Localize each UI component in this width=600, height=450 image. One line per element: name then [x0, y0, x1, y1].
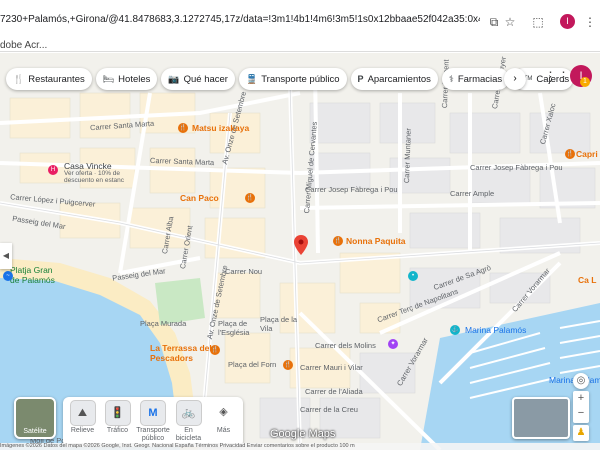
- traffic-icon: 🚦: [104, 400, 131, 426]
- transit-icon: M: [140, 400, 166, 426]
- apps-grid-icon[interactable]: ⋮⋮⋮: [544, 69, 583, 85]
- chip-label: Hoteles: [118, 73, 151, 85]
- pegman-icon[interactable]: ♟: [573, 425, 589, 441]
- chip-parking[interactable]: P Aparcamientos: [350, 68, 438, 90]
- browser-profile-avatar[interactable]: I: [560, 14, 575, 29]
- marina-icon[interactable]: ⚓: [450, 325, 460, 335]
- chip-label: Farmacias: [457, 73, 503, 85]
- street-label: Carrer Nou: [225, 267, 263, 276]
- street-label: Carrer de la Creu: [300, 405, 358, 414]
- layer-traffic[interactable]: 🚦 Tráfico: [102, 400, 133, 444]
- address-bar[interactable]: 7230+Palamós,+Girona/@41.8478683,3.12727…: [0, 14, 480, 25]
- street-label: Carrer dels Molins: [315, 341, 376, 350]
- layer-label: Relieve: [70, 427, 95, 434]
- chip-things-to-do[interactable]: 📷 Qué hacer: [161, 68, 235, 90]
- chip-transit[interactable]: 🚆 Transporte público: [238, 68, 347, 90]
- category-chip-bar: 🍴 Restaurantes 🛏 Hoteles 📷 Qué hacer 🚆 Trans…: [6, 68, 574, 92]
- attribution-bar: Imágenes ©2026 Datos del mapa ©2026 Goog…: [0, 443, 600, 450]
- restaurant-label: Capri: [576, 149, 598, 159]
- browser-toolbar: 7230+Palamós,+Girona/@41.8478683,3.12727…: [0, 0, 600, 52]
- bicycle-icon: 🚲: [175, 400, 202, 426]
- star-icon[interactable]: ☆: [502, 14, 518, 30]
- street-label: Carrer Josep Fàbrega i Pou: [305, 185, 398, 194]
- restaurant-label: Can Paco: [180, 193, 219, 203]
- plaza-label: Plaça Murada: [140, 319, 187, 328]
- layers-panel: ⛰ Relieve 🚦 Tráfico M Transporte público 🚲 E…: [63, 397, 243, 447]
- zoom-out-button[interactable]: −: [573, 406, 589, 421]
- street-label: Carrer Josep Fàbrega i Pou: [470, 163, 563, 172]
- restaurant-label: La Terrassa dels Pescadors: [150, 343, 217, 363]
- restaurant-label: Matsu izakaya: [192, 123, 250, 133]
- chip-restaurants[interactable]: 🍴 Restaurantes: [6, 68, 92, 90]
- layer-terrain[interactable]: ⛰ Relieve: [67, 400, 98, 444]
- satellite-layer-button[interactable]: Satélite: [14, 397, 56, 439]
- location-pin-icon[interactable]: [294, 235, 308, 255]
- restaurant-icon[interactable]: 🍴: [565, 149, 575, 159]
- pharmacy-icon: ⚕: [448, 73, 454, 84]
- landmark-icon[interactable]: ✦: [388, 339, 398, 349]
- chip-label: Qué hacer: [183, 73, 228, 85]
- collapse-panel-button[interactable]: ◀: [0, 243, 12, 269]
- layer-label: En bicicleta: [175, 427, 202, 442]
- beach-label: Platja Gran de Palamós: [10, 265, 55, 285]
- restaurant-icon[interactable]: 🍴: [245, 193, 255, 203]
- open-in-icon[interactable]: ⧉: [486, 14, 502, 30]
- layer-bicycle[interactable]: 🚲 En bicicleta: [173, 400, 204, 444]
- train-icon: 🚆: [245, 73, 258, 84]
- restaurant-icon[interactable]: 🍴: [178, 123, 188, 133]
- marina-label: Marina Palamós: [465, 325, 527, 335]
- street-label: Carrer de l'Aliada: [305, 387, 363, 396]
- chevron-right-icon[interactable]: ›: [504, 68, 526, 90]
- map-canvas[interactable]: Carrer Santa Marta Carrer Santa Marta Ca…: [0, 53, 600, 450]
- layers-icon: ◈: [210, 400, 237, 426]
- layer-more[interactable]: ◈ Más: [208, 400, 239, 444]
- restaurant-icon[interactable]: 🍴: [283, 360, 293, 370]
- restaurant-icon[interactable]: 🍴: [333, 236, 343, 246]
- layer-transit[interactable]: M Transporte público: [136, 400, 170, 444]
- street-view-thumbnail[interactable]: [512, 397, 570, 439]
- beach-icon[interactable]: ~: [3, 271, 13, 281]
- terrain-icon: ⛰: [69, 400, 96, 426]
- street-label: Carrer Muntaner: [402, 128, 413, 184]
- chip-label: Transporte público: [261, 73, 340, 85]
- street-label: Carrer Ample: [450, 189, 495, 198]
- plaza-label: Plaça de l'Església: [218, 319, 250, 337]
- plaza-label: Plaça de la Vila: [260, 315, 298, 333]
- layer-label: Más: [216, 427, 231, 434]
- hotel-icon[interactable]: H: [48, 165, 58, 175]
- more-menu-icon[interactable]: ⋮: [582, 14, 598, 30]
- zoom-controls: + −: [573, 391, 589, 423]
- bed-icon: 🛏: [102, 73, 115, 84]
- chip-label: Restaurantes: [28, 73, 85, 85]
- street-label: Carrer Mauri i Vilar: [300, 363, 363, 372]
- chip-hotels[interactable]: 🛏 Hoteles: [95, 68, 158, 90]
- bookmark-item[interactable]: dobe Acr...: [0, 40, 47, 51]
- parking-icon: P: [357, 74, 364, 84]
- restaurant-label: Ca L: [578, 275, 597, 285]
- satellite-label: Satélite: [23, 428, 47, 435]
- fork-knife-icon: 🍴: [13, 73, 25, 84]
- plaza-label: Plaça del Forn: [228, 360, 277, 369]
- my-location-icon[interactable]: ◎: [573, 373, 589, 389]
- zoom-in-button[interactable]: +: [573, 391, 589, 406]
- layer-label: Tráfico: [106, 427, 129, 434]
- chip-pharmacies[interactable]: ⚕ Farmacias: [441, 68, 510, 90]
- notification-badge: 1: [580, 77, 590, 87]
- camera-icon: 📷: [168, 73, 180, 84]
- restaurant-icon[interactable]: 🍴: [210, 345, 220, 355]
- extensions-icon[interactable]: ⬚: [530, 14, 546, 30]
- layer-label: Transporte público: [136, 427, 170, 442]
- google-maps-logo: Google Maps: [270, 428, 336, 440]
- chip-label: Aparcamientos: [367, 73, 431, 85]
- place-icon[interactable]: •: [408, 271, 418, 281]
- hotel-offer-label: Ver oferta · 10% de descuento en estanc: [64, 170, 124, 184]
- restaurant-label: Nonna Paquita: [346, 236, 406, 246]
